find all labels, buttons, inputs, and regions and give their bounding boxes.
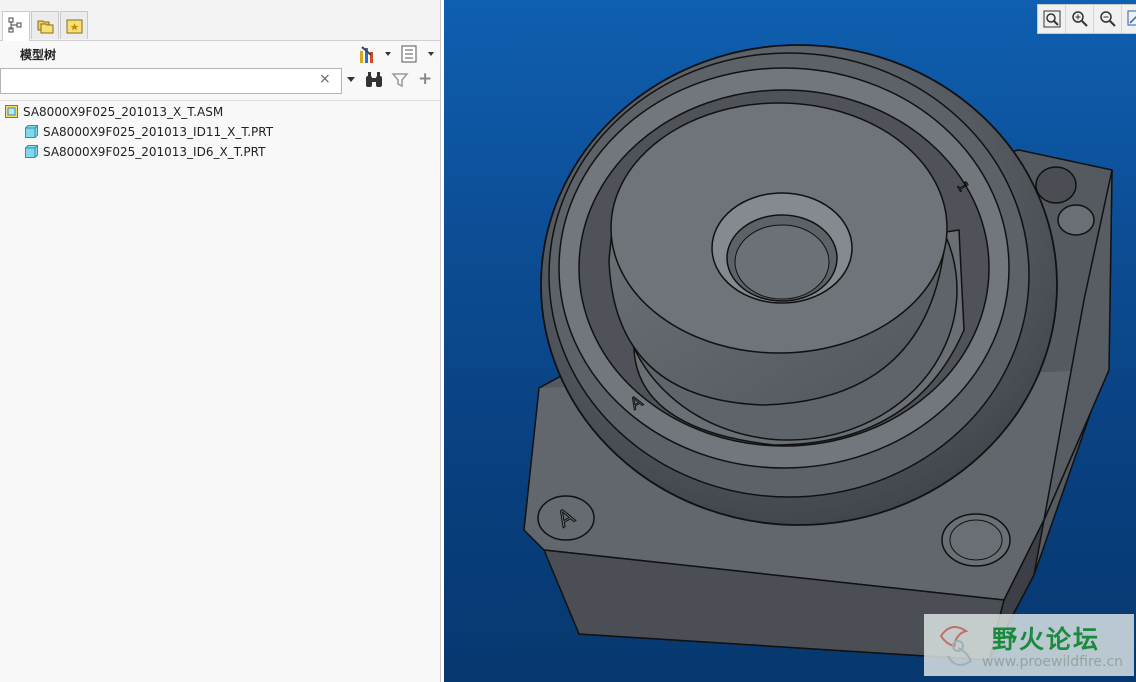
part-icon xyxy=(25,125,38,138)
find-binoculars-icon[interactable] xyxy=(364,71,384,89)
graphics-viewport[interactable]: A A 1 野火论坛 www.proewildfire.cn xyxy=(444,0,1136,682)
model-tree-header: 模型树 xyxy=(0,41,440,68)
show-options-button[interactable] xyxy=(400,43,438,65)
tree-item-part[interactable]: SA8000X9F025_201013_ID11_X_T.PRT xyxy=(0,122,440,142)
search-dropdown-icon[interactable] xyxy=(346,74,356,84)
zoom-out-icon xyxy=(1100,11,1116,27)
tree-item-label: SA8000X9F025_201013_X_T.ASM xyxy=(23,105,224,119)
zoom-in-button[interactable] xyxy=(1066,5,1094,33)
refit-icon xyxy=(1043,10,1061,28)
model-tree-panel: 模型树 × + SA8000X9F025_201013_X_T.ASM SA80… xyxy=(0,0,441,682)
assembly-icon xyxy=(5,105,18,118)
zoom-out-button[interactable] xyxy=(1094,5,1122,33)
navigator-tabs xyxy=(0,0,440,41)
model-tree-icon xyxy=(8,17,22,33)
zoom-in-icon xyxy=(1072,11,1088,27)
tree-item-assembly[interactable]: SA8000X9F025_201013_X_T.ASM xyxy=(0,102,440,122)
clear-search-button[interactable]: × xyxy=(319,71,331,87)
search-box: × xyxy=(0,68,342,94)
forum-logo-icon xyxy=(939,626,973,666)
add-column-button[interactable]: + xyxy=(418,69,432,89)
repaint-button[interactable] xyxy=(1122,5,1136,33)
view-toolbar xyxy=(1037,4,1136,34)
model-3d-render: A A 1 xyxy=(523,44,1113,661)
part-icon xyxy=(25,145,38,158)
favorites-icon xyxy=(66,19,83,34)
settings-tools-icon xyxy=(360,46,391,63)
panel-title: 模型树 xyxy=(20,48,57,62)
search-row: × + xyxy=(0,68,440,94)
tab-model-tree[interactable] xyxy=(2,11,30,41)
tab-favorites[interactable] xyxy=(60,11,88,39)
tree-item-part[interactable]: SA8000X9F025_201013_ID6_X_T.PRT xyxy=(0,142,440,162)
list-settings-icon xyxy=(401,45,434,63)
folder-browser-icon xyxy=(37,20,54,34)
watermark-url: www.proewildfire.cn xyxy=(982,654,1124,670)
search-input[interactable] xyxy=(5,70,319,94)
refit-button[interactable] xyxy=(1038,5,1066,33)
watermark-title: 野火论坛 xyxy=(992,625,1101,654)
tree-item-label: SA8000X9F025_201013_ID6_X_T.PRT xyxy=(43,145,266,159)
watermark: 野火论坛 www.proewildfire.cn xyxy=(924,614,1134,676)
model-tree: SA8000X9F025_201013_X_T.ASM SA8000X9F025… xyxy=(0,100,440,162)
tree-item-label: SA8000X9F025_201013_ID11_X_T.PRT xyxy=(43,125,274,139)
repaint-icon xyxy=(1127,10,1136,26)
filter-icon[interactable] xyxy=(391,71,409,89)
tree-settings-button[interactable] xyxy=(358,43,392,65)
tab-folder-browser[interactable] xyxy=(31,11,59,39)
